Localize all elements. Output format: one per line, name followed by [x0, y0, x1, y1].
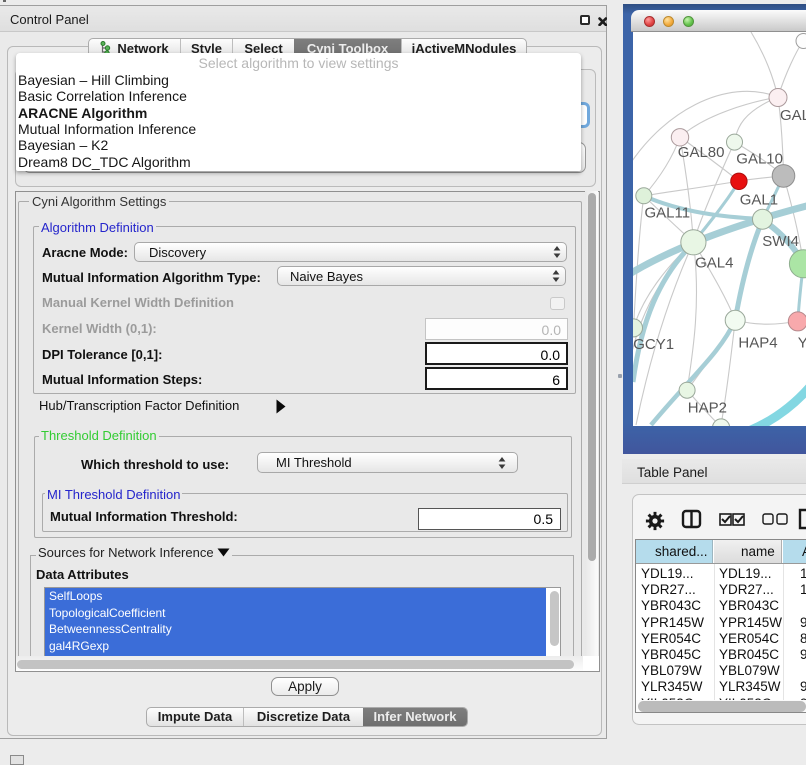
svg-text:GAL7: GAL7	[780, 107, 806, 124]
svg-text:GCY1: GCY1	[633, 336, 674, 353]
svg-text:YM: YM	[798, 335, 806, 352]
svg-text:SWI4: SWI4	[762, 233, 799, 250]
svg-text:HAP2: HAP2	[688, 400, 727, 417]
svg-text:GAL4: GAL4	[695, 254, 733, 271]
svg-text:GAL80: GAL80	[678, 144, 725, 161]
svg-text:GAL11: GAL11	[645, 205, 691, 222]
svg-text:HAP4: HAP4	[738, 335, 777, 352]
svg-text:GAL10: GAL10	[736, 151, 783, 168]
svg-text:GAL1: GAL1	[740, 192, 778, 209]
